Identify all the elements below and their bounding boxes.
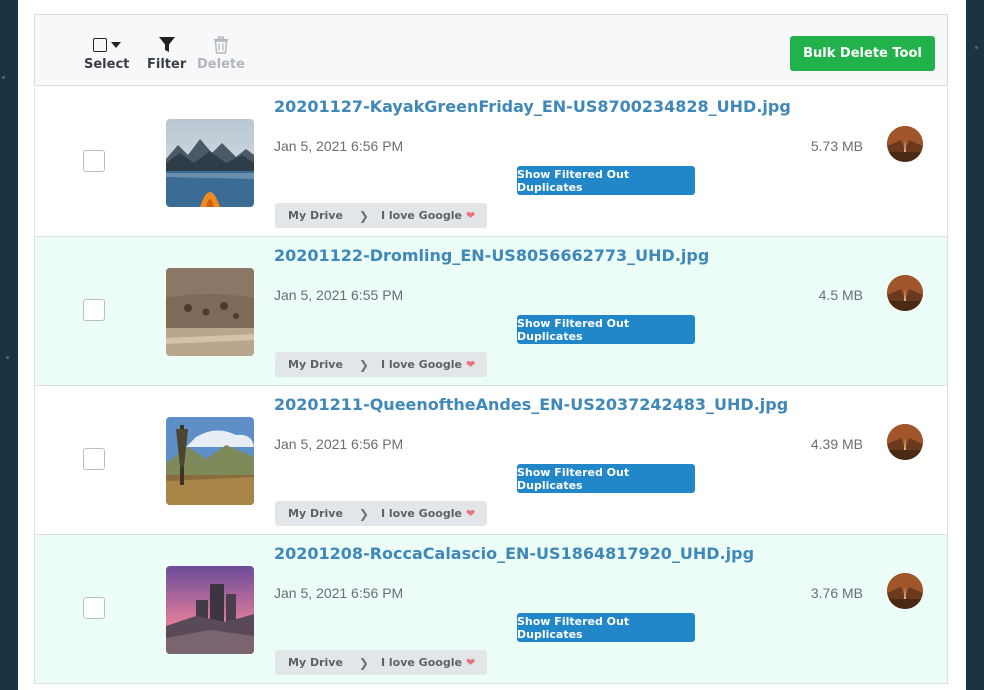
file-date: Jan 5, 2021 6:55 PM: [274, 287, 404, 303]
avatar: [887, 573, 923, 609]
background-dot: [975, 46, 978, 49]
chevron-right-icon: ❯: [358, 208, 369, 223]
delete-label: Delete: [197, 57, 245, 72]
chevron-right-icon: ❯: [358, 655, 369, 670]
file-name-link[interactable]: 20201211-QueenoftheAndes_EN-US2037242483…: [274, 395, 788, 414]
deer-field-thumbnail[interactable]: [166, 268, 254, 356]
filter-button[interactable]: Filter: [147, 33, 186, 72]
row-checkbox[interactable]: [83, 448, 105, 470]
chevron-right-icon: ❯: [358, 357, 369, 372]
list-item: 20201127-KayakGreenFriday_EN-US870023482…: [35, 88, 947, 237]
breadcrumb[interactable]: My Drive ❯ I love Google ❤: [275, 203, 488, 228]
background-dot: [6, 356, 9, 359]
breadcrumb-folder: I love Google: [380, 507, 462, 520]
select-button[interactable]: Select: [84, 33, 129, 72]
chevron-right-icon: ❯: [358, 506, 369, 521]
file-name-link[interactable]: 20201127-KayakGreenFriday_EN-US870023482…: [274, 97, 791, 116]
rocca-calascio-thumbnail[interactable]: [166, 566, 254, 654]
heart-icon: ❤: [465, 209, 476, 222]
file-size: 3.76 MB: [810, 585, 863, 601]
breadcrumb-folder: I love Google: [380, 656, 462, 669]
breadcrumb-root: My Drive: [288, 358, 343, 371]
trash-icon: [213, 33, 229, 57]
breadcrumb-folder: I love Google: [380, 209, 462, 222]
breadcrumb[interactable]: My Drive ❯ I love Google ❤: [275, 501, 488, 526]
list-item: 20201211-QueenoftheAndes_EN-US2037242483…: [35, 386, 947, 535]
file-date: Jan 5, 2021 6:56 PM: [274, 138, 404, 154]
breadcrumb[interactable]: My Drive ❯ I love Google ❤: [275, 650, 488, 675]
kayak-lake-thumbnail[interactable]: [166, 119, 254, 207]
duplicates-panel: Select Filter Delete Bulk Delete Tool 20…: [18, 0, 966, 690]
file-list: 20201127-KayakGreenFriday_EN-US870023482…: [34, 88, 948, 684]
show-duplicates-button[interactable]: Show Filtered Out Duplicates: [517, 464, 695, 493]
select-checkbox-icon: [92, 33, 121, 57]
heart-icon: ❤: [465, 358, 476, 371]
delete-button[interactable]: Delete: [197, 33, 245, 72]
file-size: 5.73 MB: [810, 138, 863, 154]
toolbar: Select Filter Delete Bulk Delete Tool: [34, 14, 948, 86]
select-label: Select: [84, 57, 130, 72]
breadcrumb-root: My Drive: [288, 209, 343, 222]
show-duplicates-button[interactable]: Show Filtered Out Duplicates: [517, 315, 695, 344]
heart-icon: ❤: [465, 656, 476, 669]
chevron-down-icon: [110, 42, 121, 48]
filter-label: Filter: [147, 57, 187, 72]
list-item: 20201208-RoccaCalascio_EN-US1864817920_U…: [35, 535, 947, 684]
row-checkbox[interactable]: [83, 299, 105, 321]
file-size: 4.39 MB: [810, 436, 863, 452]
show-duplicates-button[interactable]: Show Filtered Out Duplicates: [517, 613, 695, 642]
file-name-link[interactable]: 20201122-Dromling_EN-US8056662773_UHD.jp…: [274, 246, 709, 265]
breadcrumb-folder: I love Google: [380, 358, 462, 371]
avatar: [887, 424, 923, 460]
avatar: [887, 126, 923, 162]
avatar: [887, 275, 923, 311]
file-date: Jan 5, 2021 6:56 PM: [274, 585, 404, 601]
breadcrumb-root: My Drive: [288, 656, 343, 669]
breadcrumb-root: My Drive: [288, 507, 343, 520]
background-dot: [2, 76, 5, 79]
andes-plant-thumbnail[interactable]: [166, 417, 254, 505]
file-size: 4.5 MB: [818, 287, 863, 303]
bulk-delete-button[interactable]: Bulk Delete Tool: [790, 36, 935, 71]
row-checkbox[interactable]: [83, 597, 105, 619]
row-checkbox[interactable]: [83, 150, 105, 172]
filter-icon: [158, 33, 176, 57]
breadcrumb[interactable]: My Drive ❯ I love Google ❤: [275, 352, 488, 377]
list-item: 20201122-Dromling_EN-US8056662773_UHD.jp…: [35, 237, 947, 386]
show-duplicates-button[interactable]: Show Filtered Out Duplicates: [517, 166, 695, 195]
file-date: Jan 5, 2021 6:56 PM: [274, 436, 404, 452]
file-name-link[interactable]: 20201208-RoccaCalascio_EN-US1864817920_U…: [274, 544, 754, 563]
heart-icon: ❤: [465, 507, 476, 520]
